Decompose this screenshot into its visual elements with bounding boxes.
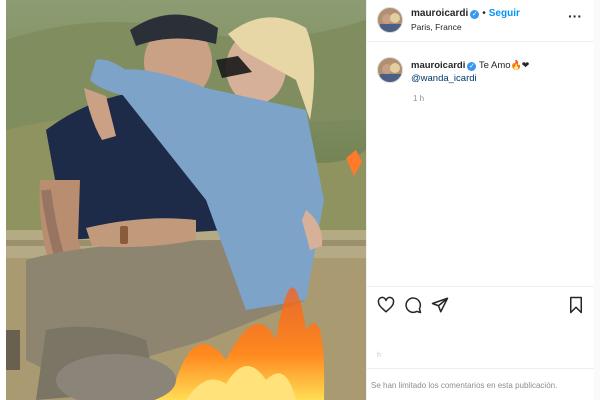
header-username[interactable]: mauroicardi	[411, 8, 468, 19]
page-right-margin	[594, 0, 600, 400]
header-user-line: mauroicardi ✓ • Seguir	[411, 8, 520, 19]
post-timestamp[interactable]: 1 h	[413, 94, 424, 103]
caption-line: mauroicardi ✓ Te Amo🔥❤	[411, 60, 529, 71]
post-photo-illustration	[6, 0, 366, 400]
comment-icon[interactable]	[404, 296, 422, 314]
post-actions-bar	[367, 286, 595, 322]
avatar-image	[378, 8, 402, 32]
avatar[interactable]	[377, 57, 403, 83]
post-location[interactable]: Paris, France	[411, 22, 462, 32]
more-options-icon[interactable]: ···	[565, 9, 585, 28]
follow-button[interactable]: Seguir	[489, 8, 520, 19]
comments-footer: Se han limitado los comentarios en esta …	[367, 368, 595, 400]
heart-icon[interactable]	[377, 296, 395, 314]
caption-emojis: 🔥❤	[510, 60, 530, 70]
caption-mention-link[interactable]: @wanda_icardi	[411, 73, 477, 84]
avatar-image	[378, 58, 402, 82]
caption-text: Te Amo	[478, 60, 511, 71]
avatar[interactable]	[377, 7, 403, 33]
verified-badge-icon: ✓	[467, 62, 477, 71]
comments-limited-notice: Se han limitado los comentarios en esta …	[371, 381, 558, 390]
caption-username[interactable]: mauroicardi	[411, 60, 465, 71]
post-side-panel: mauroicardi ✓ • Seguir Paris, France ··· ma…	[366, 0, 595, 400]
post-header: mauroicardi ✓ • Seguir Paris, France ···	[367, 0, 595, 42]
header-separator: •	[482, 8, 486, 19]
bookmark-icon[interactable]	[567, 296, 585, 314]
likes-hint: h	[377, 352, 381, 359]
caption-comment: mauroicardi ✓ Te Amo🔥❤ @wanda_icardi 1 h	[367, 52, 595, 112]
post-photo[interactable]	[6, 0, 366, 400]
share-icon[interactable]	[431, 296, 449, 314]
verified-badge-icon: ✓	[470, 10, 480, 19]
